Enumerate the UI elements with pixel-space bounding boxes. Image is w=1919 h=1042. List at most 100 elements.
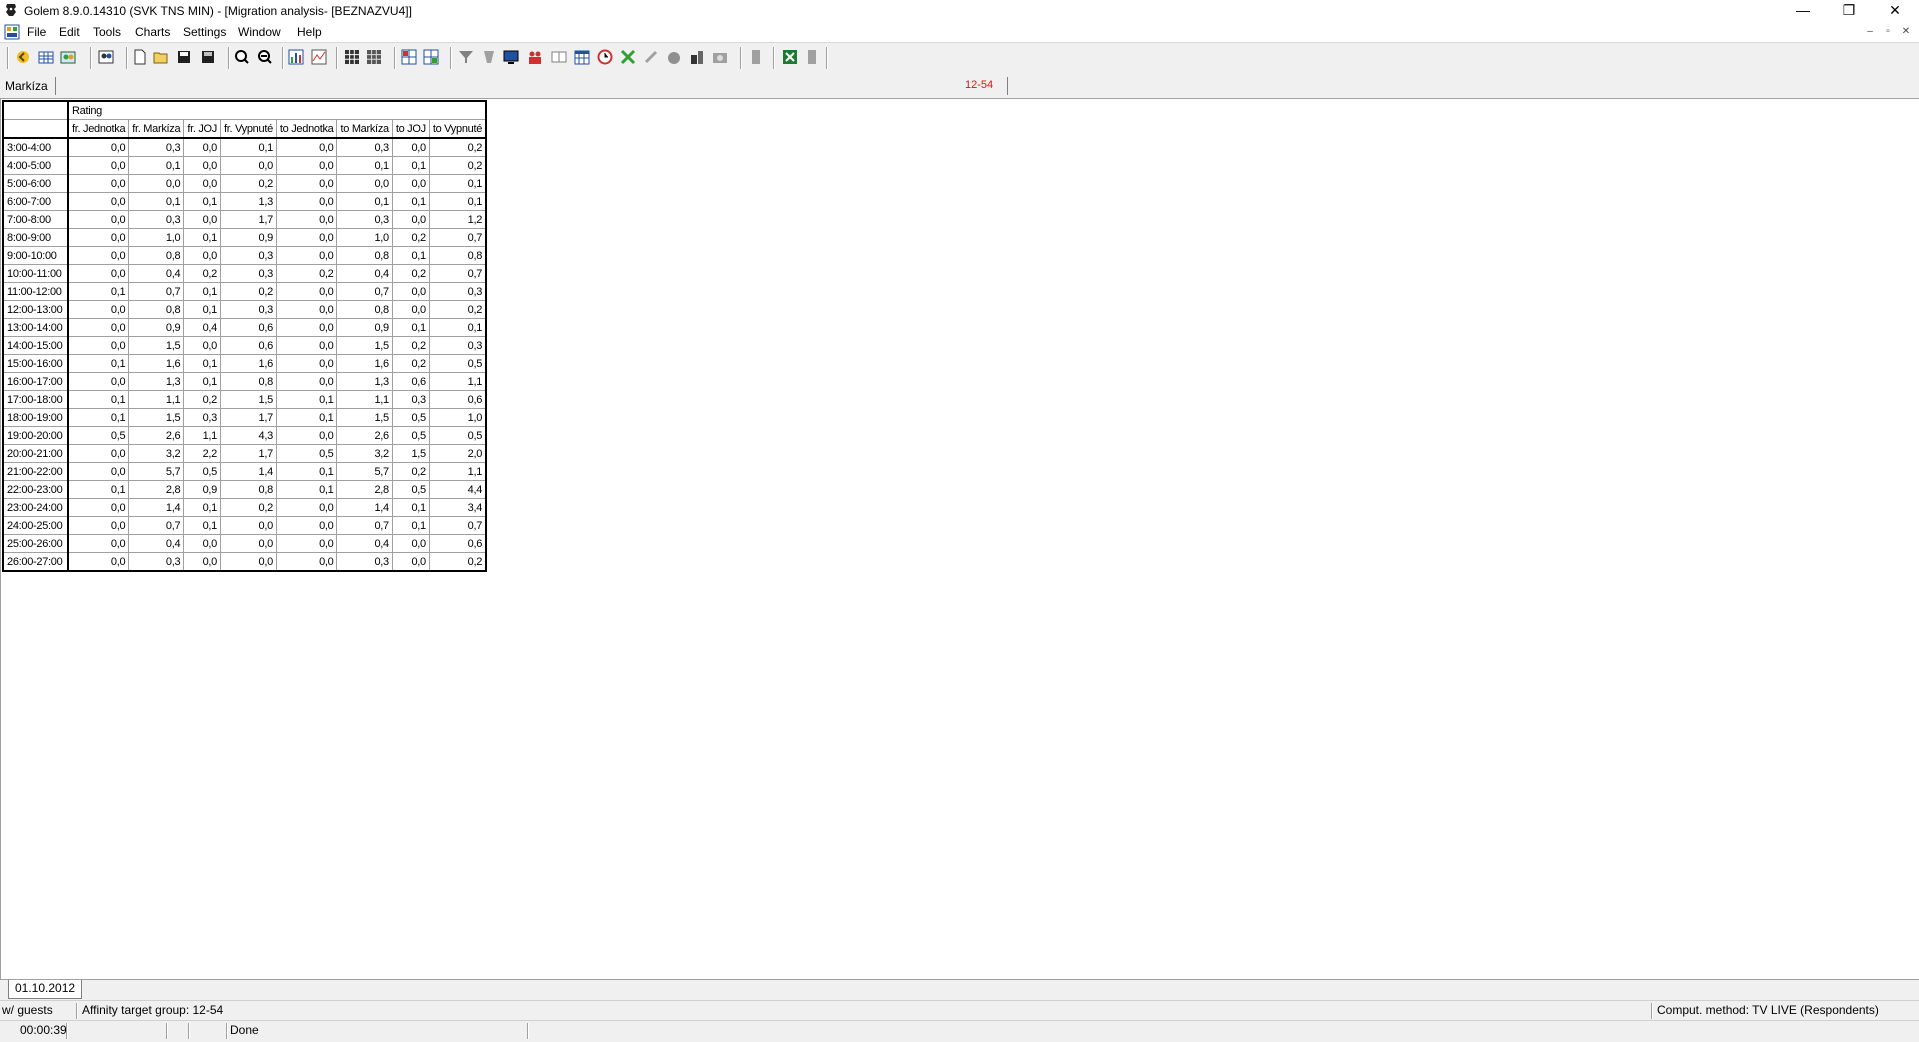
table-cell[interactable]: 0,2: [220, 174, 277, 193]
table-cell[interactable]: 0,1: [391, 318, 430, 337]
table-cell[interactable]: 0,4: [128, 264, 185, 283]
close-button[interactable]: ✕: [1872, 0, 1918, 22]
table-cell[interactable]: 0,0: [183, 246, 222, 265]
grid2-icon[interactable]: [366, 49, 382, 65]
table-cell[interactable]: 0,2: [391, 228, 430, 247]
table-cell[interactable]: 0,3: [336, 210, 393, 229]
disabled-icon[interactable]: [748, 49, 764, 65]
table-cell[interactable]: 1,6: [336, 354, 393, 373]
people-red-icon[interactable]: [527, 49, 543, 65]
table-cell[interactable]: 0,1: [220, 137, 277, 157]
row-header[interactable]: 25:00-26:00: [2, 534, 69, 553]
table-cell[interactable]: 0,0: [183, 156, 222, 175]
table-cell[interactable]: 0,4: [183, 318, 222, 337]
table-cell[interactable]: 1,0: [428, 408, 488, 427]
table-cell[interactable]: 0,1: [391, 246, 430, 265]
row-header[interactable]: 13:00-14:00: [2, 318, 69, 337]
disabled2-icon[interactable]: [804, 49, 820, 65]
table-cell[interactable]: 0,0: [391, 552, 430, 572]
new-icon[interactable]: [132, 49, 148, 65]
table-cell[interactable]: 0,9: [336, 318, 393, 337]
table-cell[interactable]: 0,0: [275, 210, 338, 229]
table-cell[interactable]: 0,6: [220, 336, 277, 355]
table-cell[interactable]: 0,2: [183, 264, 222, 283]
arrow-icon[interactable]: [15, 49, 31, 65]
people-icon[interactable]: [60, 49, 76, 65]
table-cell[interactable]: 0,6: [428, 534, 488, 553]
table-cell[interactable]: 0,1: [428, 192, 488, 211]
open-icon[interactable]: [153, 49, 169, 65]
table-cell[interactable]: 0,2: [391, 354, 430, 373]
table-cell[interactable]: 1,5: [336, 408, 393, 427]
table-cell[interactable]: 3,2: [128, 444, 185, 463]
column-header[interactable]: to JOJ: [391, 119, 430, 139]
table-cell[interactable]: 0,1: [183, 228, 222, 247]
column-header[interactable]: fr. Vypnuté: [220, 119, 277, 139]
column-header[interactable]: to Markíza: [336, 119, 393, 139]
table-cell[interactable]: 0,7: [128, 282, 185, 301]
x-icon[interactable]: [620, 49, 636, 65]
row-header[interactable]: 15:00-16:00: [2, 354, 69, 373]
table-cell[interactable]: 1,1: [336, 390, 393, 409]
date-tab[interactable]: 01.10.2012: [8, 980, 83, 999]
table-cell[interactable]: 1,5: [391, 444, 430, 463]
table-cell[interactable]: 0,1: [183, 300, 222, 319]
table-cell[interactable]: 0,8: [220, 372, 277, 391]
column-header[interactable]: fr. Jednotka: [67, 119, 130, 139]
table-cell[interactable]: 0,0: [67, 228, 130, 247]
table-cell[interactable]: 1,3: [336, 372, 393, 391]
table-cell[interactable]: 0,3: [336, 552, 393, 572]
table-cell[interactable]: 0,0: [275, 498, 338, 517]
table-cell[interactable]: 0,0: [67, 300, 130, 319]
table-cell[interactable]: 2,6: [336, 426, 393, 445]
clock-icon[interactable]: [597, 49, 613, 65]
line-chart-icon[interactable]: [311, 49, 327, 65]
grid-icon[interactable]: [344, 49, 360, 65]
table-cell[interactable]: 0,0: [183, 552, 222, 572]
table-cell[interactable]: 0,0: [67, 210, 130, 229]
table-cell[interactable]: 0,1: [183, 516, 222, 535]
row-header[interactable]: 5:00-6:00: [2, 174, 69, 193]
table-cell[interactable]: 0,7: [128, 516, 185, 535]
table-cell[interactable]: 0,1: [67, 282, 130, 301]
table-cell[interactable]: 0,8: [128, 300, 185, 319]
table-cell[interactable]: 0,1: [275, 408, 338, 427]
table-cell[interactable]: 0,2: [220, 498, 277, 517]
menu-edit[interactable]: Edit: [59, 25, 80, 39]
table-icon[interactable]: [38, 49, 54, 65]
table-cell[interactable]: 1,1: [128, 390, 185, 409]
table-cell[interactable]: 0,0: [275, 282, 338, 301]
table-cell[interactable]: 0,1: [67, 480, 130, 499]
table-cell[interactable]: 1,6: [128, 354, 185, 373]
row-header[interactable]: 23:00-24:00: [2, 498, 69, 517]
table-cell[interactable]: 0,0: [220, 552, 277, 572]
table-cell[interactable]: 0,0: [67, 444, 130, 463]
column-header[interactable]: fr. JOJ: [183, 119, 222, 139]
table-cell[interactable]: 0,0: [67, 192, 130, 211]
table-cell[interactable]: 0,7: [336, 282, 393, 301]
table-cell[interactable]: 0,1: [275, 462, 338, 481]
table-cell[interactable]: 0,8: [220, 480, 277, 499]
menu-charts[interactable]: Charts: [135, 25, 170, 39]
menu-settings[interactable]: Settings: [183, 25, 226, 39]
table-cell[interactable]: 0,0: [391, 282, 430, 301]
table-cell[interactable]: 0,1: [336, 192, 393, 211]
table-cell[interactable]: 0,1: [275, 390, 338, 409]
table-cell[interactable]: 0,0: [183, 534, 222, 553]
row-header[interactable]: 4:00-5:00: [2, 156, 69, 175]
table-cell[interactable]: 1,7: [220, 444, 277, 463]
table-cell[interactable]: 1,5: [220, 390, 277, 409]
table-cell[interactable]: 0,5: [183, 462, 222, 481]
link-icon[interactable]: [643, 49, 659, 65]
table-cell[interactable]: 0,5: [391, 480, 430, 499]
table-cell[interactable]: 0,1: [275, 480, 338, 499]
table-cell[interactable]: 0,0: [220, 156, 277, 175]
table-cell[interactable]: 0,0: [67, 516, 130, 535]
table-cell[interactable]: 0,0: [275, 137, 338, 157]
table-cell[interactable]: 1,2: [428, 210, 488, 229]
table-cell[interactable]: 1,4: [336, 498, 393, 517]
table-cell[interactable]: 0,4: [336, 264, 393, 283]
table-cell[interactable]: 0,2: [428, 300, 488, 319]
table-cell[interactable]: 0,2: [428, 552, 488, 572]
table-cell[interactable]: 0,0: [183, 137, 222, 157]
